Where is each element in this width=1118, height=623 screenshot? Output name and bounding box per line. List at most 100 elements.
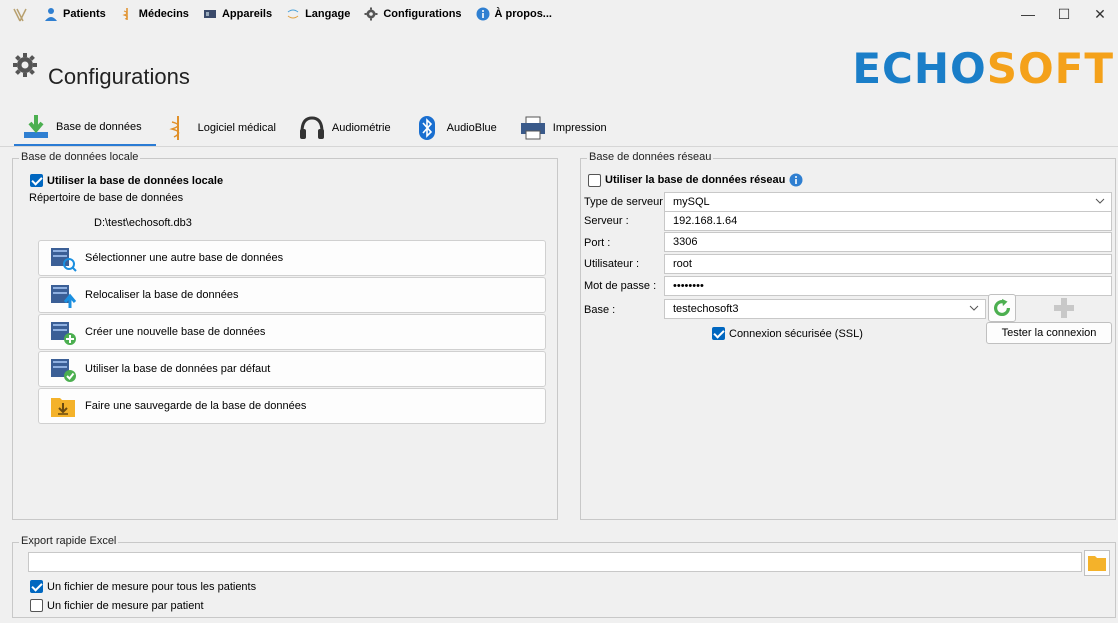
menu-appareils[interactable]: Appareils bbox=[203, 7, 272, 21]
configurations-gear-icon bbox=[13, 53, 37, 77]
db-check-icon bbox=[51, 359, 76, 382]
one-file-all-patients-label: Un fichier de mesure pour tous les patie… bbox=[47, 580, 257, 593]
plus-icon bbox=[1054, 298, 1074, 318]
tab-logiciel-medical-label: Logiciel médical bbox=[197, 122, 276, 134]
info-icon[interactable] bbox=[789, 173, 803, 187]
test-connection-button[interactable]: Tester la connexion bbox=[986, 322, 1112, 344]
tab-audiometrie-label: Audiométrie bbox=[331, 122, 391, 134]
menu-appareils-label: Appareils bbox=[221, 8, 273, 20]
maximize-button[interactable]: ☐ bbox=[1046, 0, 1082, 28]
ssl-checkbox[interactable]: Connexion sécurisée (SSL) bbox=[712, 327, 863, 340]
db-relocate-icon bbox=[51, 285, 77, 308]
gear-icon bbox=[364, 7, 378, 21]
tab-audioblue[interactable]: AudioBlue bbox=[405, 110, 511, 146]
menu-bar: Patients Médecins Appareils Langage Conf… bbox=[0, 0, 1118, 28]
tab-impression[interactable]: Impression bbox=[511, 110, 621, 146]
headphones-icon bbox=[299, 116, 324, 139]
use-local-db-check-box[interactable] bbox=[30, 174, 43, 187]
password-label: Mot de passe : bbox=[584, 280, 657, 292]
base-label: Base : bbox=[584, 304, 616, 316]
port-label: Port : bbox=[584, 237, 611, 249]
chevron-down-icon bbox=[1095, 198, 1105, 204]
backup-db-button[interactable]: Faire une sauvegarde de la base de donné… bbox=[38, 388, 546, 424]
refresh-icon bbox=[994, 298, 1011, 317]
page-title: Configurations bbox=[48, 64, 190, 89]
add-base-button[interactable] bbox=[1050, 294, 1078, 322]
relocate-db-button[interactable]: Relocaliser la base de données bbox=[38, 277, 546, 313]
printer-icon bbox=[520, 116, 545, 140]
one-file-per-patient-checkbox[interactable]: Un fichier de mesure par patient bbox=[30, 599, 204, 612]
default-db-label: Utiliser la base de données par défaut bbox=[85, 363, 271, 375]
config-tabs: Base de données Logiciel médical Audiomé… bbox=[14, 106, 621, 146]
bluetooth-icon bbox=[418, 116, 435, 140]
browse-folder-button[interactable] bbox=[1084, 550, 1110, 576]
menu-apropos[interactable]: À propos... bbox=[476, 7, 552, 21]
port-input[interactable]: 3306 bbox=[664, 232, 1112, 252]
one-file-all-patients-check-box[interactable] bbox=[30, 580, 43, 593]
menu-patients-label: Patients bbox=[63, 8, 106, 20]
user-label: Utilisateur : bbox=[584, 258, 640, 270]
password-input[interactable]: •••••••• bbox=[664, 276, 1112, 296]
tab-base-de-donnees-label: Base de données bbox=[56, 121, 142, 133]
info-icon bbox=[476, 7, 490, 21]
folder-download-icon bbox=[51, 398, 75, 417]
relocate-db-label: Relocaliser la base de données bbox=[85, 289, 239, 301]
tab-audiometrie[interactable]: Audiométrie bbox=[290, 110, 405, 146]
tab-logiciel-medical[interactable]: Logiciel médical bbox=[156, 110, 290, 146]
ssl-label: Connexion sécurisée (SSL) bbox=[729, 327, 863, 340]
one-file-per-patient-check-box[interactable] bbox=[30, 599, 43, 612]
use-local-db-label: Utiliser la base de données locale bbox=[47, 174, 224, 187]
ssl-check-box[interactable] bbox=[712, 327, 725, 340]
backup-db-label: Faire une sauvegarde de la base de donné… bbox=[85, 400, 307, 412]
create-db-label: Créer une nouvelle base de données bbox=[85, 326, 266, 338]
caduceus-icon bbox=[122, 8, 128, 20]
logo-part1: ECHO bbox=[852, 44, 987, 93]
server-type-value: mySQL bbox=[673, 196, 710, 208]
menu-apropos-label: À propos... bbox=[494, 8, 552, 20]
menu-medecins-label: Médecins bbox=[138, 8, 189, 20]
menu-langage-label: Langage bbox=[305, 8, 351, 20]
use-network-db-label: Utiliser la base de données réseau bbox=[605, 174, 786, 186]
use-network-db-checkbox[interactable]: Utiliser la base de données réseau bbox=[588, 173, 803, 187]
select-other-db-label: Sélectionner une autre base de données bbox=[85, 252, 284, 264]
select-other-db-button[interactable]: Sélectionner une autre base de données bbox=[38, 240, 546, 276]
server-type-select[interactable]: mySQL bbox=[664, 192, 1112, 212]
port-value: 3306 bbox=[673, 236, 698, 248]
refresh-button[interactable] bbox=[988, 294, 1016, 322]
logo-part2: SOFT bbox=[986, 44, 1114, 93]
create-db-button[interactable]: Créer une nouvelle base de données bbox=[38, 314, 546, 350]
menu-patients[interactable]: Patients bbox=[44, 7, 106, 21]
use-network-db-check-box[interactable] bbox=[588, 173, 601, 187]
server-input[interactable]: 192.168.1.64 bbox=[664, 211, 1112, 231]
local-db-group-title: Base de données locale bbox=[19, 151, 141, 163]
app-logo-icon bbox=[13, 8, 27, 22]
user-input[interactable]: root bbox=[664, 254, 1112, 274]
base-select[interactable]: testechosoft3 bbox=[664, 299, 986, 319]
database-download-icon bbox=[24, 115, 48, 138]
tab-audioblue-label: AudioBlue bbox=[446, 122, 497, 134]
folder-icon bbox=[1088, 556, 1106, 571]
menu-langage[interactable]: Langage bbox=[286, 7, 350, 21]
use-local-db-checkbox[interactable]: Utiliser la base de données locale bbox=[30, 174, 223, 187]
tab-separator bbox=[0, 146, 1118, 147]
echosoft-logo: ECHOSOFT bbox=[852, 44, 1114, 93]
db-add-icon bbox=[51, 322, 76, 345]
one-file-all-patients-checkbox[interactable]: Un fichier de mesure pour tous les patie… bbox=[30, 580, 256, 593]
one-file-per-patient-label: Un fichier de mesure par patient bbox=[47, 599, 204, 612]
db-directory-label: Répertoire de base de données bbox=[29, 192, 184, 204]
caduceus-icon bbox=[168, 116, 179, 140]
device-icon bbox=[203, 10, 216, 18]
default-db-button[interactable]: Utiliser la base de données par défaut bbox=[38, 351, 546, 387]
network-db-group-title: Base de données réseau bbox=[587, 151, 714, 163]
tab-base-de-donnees[interactable]: Base de données bbox=[14, 110, 156, 146]
db-directory-value: D:\test\echosoft.db3 bbox=[94, 217, 192, 229]
export-path-input[interactable] bbox=[28, 552, 1082, 572]
menu-medecins[interactable]: Médecins bbox=[120, 7, 189, 21]
server-value: 192.168.1.64 bbox=[673, 215, 738, 227]
menu-configurations-label: Configurations bbox=[383, 8, 462, 20]
menu-configurations[interactable]: Configurations bbox=[364, 7, 462, 21]
minimize-button[interactable]: — bbox=[1010, 0, 1046, 28]
close-button[interactable]: ✕ bbox=[1082, 0, 1118, 28]
user-icon bbox=[45, 8, 57, 21]
chevron-down-icon bbox=[969, 305, 979, 311]
